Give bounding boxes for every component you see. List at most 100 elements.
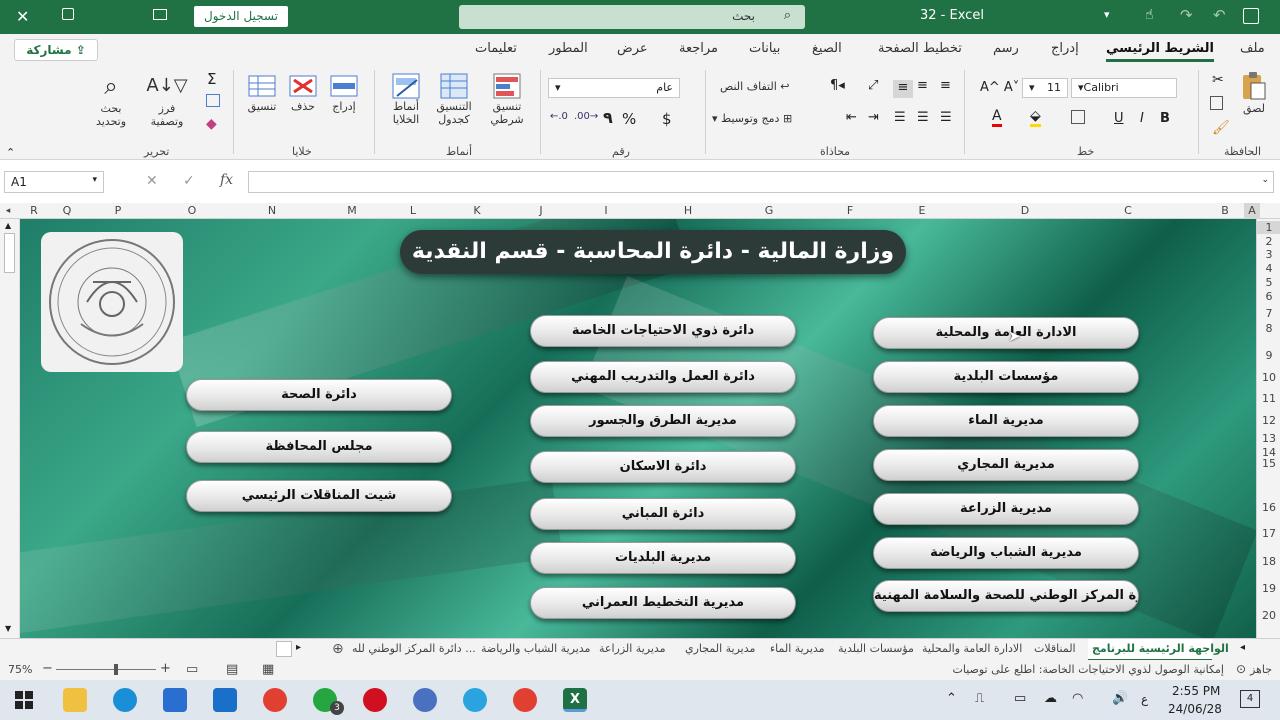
delete-cells-button[interactable]: حذف — [285, 72, 321, 113]
nav-button[interactable]: الادارة العامة والمحلية — [873, 317, 1139, 349]
nav-button[interactable]: دائرة العمل والتدريب المهني — [530, 361, 796, 393]
redo-icon[interactable]: ↷ — [1180, 6, 1193, 24]
next-sheet-icon[interactable]: ▸ — [296, 642, 301, 653]
notifications-icon[interactable]: 4 — [1240, 690, 1260, 708]
signin-button[interactable]: تسجيل الدخول — [194, 6, 288, 27]
column-header-R[interactable]: R — [18, 203, 50, 219]
restore-icon[interactable] — [62, 8, 74, 20]
tab-data[interactable]: بيانات — [749, 41, 780, 56]
column-header-L[interactable]: L — [392, 203, 434, 219]
collapse-ribbon-icon[interactable]: ⌃ — [6, 146, 15, 159]
touch-mode-icon[interactable]: ☝ — [1145, 7, 1154, 23]
volume-icon[interactable]: 🔊 — [1112, 691, 1128, 706]
row-header[interactable]: 16 — [1257, 501, 1280, 514]
format-cells-button[interactable]: تنسيق — [243, 72, 281, 113]
row-header[interactable]: 3 — [1257, 248, 1280, 261]
nav-button[interactable]: دائرة الصحة — [186, 379, 452, 411]
zoom-out-icon[interactable]: − — [42, 661, 53, 676]
sheet-tab[interactable]: دائرة المركز الوطني لله ... — [352, 639, 477, 661]
nav-button[interactable]: مديرية البلديات — [530, 542, 796, 574]
nav-button[interactable]: دائرة المباني — [530, 498, 796, 530]
wifi-icon[interactable]: ◠ — [1072, 691, 1083, 706]
enter-icon[interactable]: ✓ — [183, 173, 195, 189]
rtl-icon[interactable]: ¶◂ — [830, 78, 845, 93]
search-input[interactable]: ⌕ بحث — [459, 5, 805, 29]
row-header[interactable]: 5 — [1257, 276, 1280, 289]
row-header[interactable]: 6 — [1257, 290, 1280, 303]
row-header[interactable]: 15 — [1257, 457, 1280, 470]
find-select-button[interactable]: ⌕ بحث وتحديد — [86, 70, 136, 128]
windows-start-icon[interactable] — [15, 691, 33, 709]
zoom-slider-thumb[interactable] — [114, 664, 118, 675]
sheet-tab[interactable]: الادارة العامة والمحلية — [922, 639, 1032, 661]
cut-icon[interactable]: ✂ — [1212, 72, 1224, 88]
row-header[interactable]: 2 — [1257, 235, 1280, 248]
chrome-icon[interactable] — [513, 688, 537, 712]
usb-icon[interactable]: ⎍ — [975, 691, 984, 706]
sheet-tab[interactable]: مديرية الزراعة — [599, 639, 681, 661]
nav-button[interactable]: مديرية الزراعة — [873, 493, 1139, 525]
undo-icon[interactable]: ↶ — [1213, 6, 1226, 24]
column-header-A[interactable]: A — [1244, 203, 1260, 219]
telegram-icon[interactable] — [463, 688, 487, 712]
decrease-decimal-icon[interactable]: .00→ — [574, 111, 598, 122]
file-explorer-icon[interactable] — [63, 688, 87, 712]
edge-icon[interactable] — [113, 688, 137, 712]
cancel-icon[interactable]: ✕ — [146, 173, 158, 189]
nav-button[interactable]: مديرية التخطيط العمراني — [530, 587, 796, 619]
prev-sheet-icon[interactable]: ◂ — [1240, 642, 1245, 653]
accessibility-status[interactable]: إمكانية الوصول لذوي الاحتياجات الخاصة: ا… — [952, 663, 1224, 676]
underline-icon[interactable]: U — [1114, 111, 1124, 126]
font-grow-icon[interactable]: A^ A˅ — [980, 80, 1019, 95]
column-header-N[interactable]: N — [232, 203, 312, 219]
column-header-M[interactable]: M — [312, 203, 392, 219]
conditional-formatting-button[interactable]: تنسيق شرطي — [483, 72, 531, 126]
page-layout-view-icon[interactable]: ▤ — [226, 662, 238, 677]
minimize-ribbon-icon[interactable] — [153, 9, 167, 20]
italic-icon[interactable]: I — [1140, 111, 1144, 126]
row-header[interactable]: 17 — [1257, 527, 1280, 540]
sheet-tab[interactable]: مديرية الماء — [770, 639, 834, 661]
column-header-P[interactable]: P — [84, 203, 152, 219]
scroll-thumb[interactable] — [4, 233, 15, 273]
align-top-icon[interactable]: ≡ — [940, 78, 951, 93]
indent-decrease-icon[interactable]: ⇤ — [846, 110, 857, 125]
format-painter-icon[interactable]: 🖌 — [1212, 120, 1230, 136]
nav-button[interactable]: مديرية الماء — [873, 405, 1139, 437]
row-header[interactable]: 8 — [1257, 322, 1280, 335]
column-header-H[interactable]: H — [646, 203, 730, 219]
clear-icon[interactable]: ◆ — [206, 116, 217, 132]
merge-center-button[interactable]: ▾ دمج وتوسيط ⊞ — [712, 112, 792, 125]
network-icon[interactable]: ▭ — [1014, 691, 1026, 706]
row-header[interactable]: 11 — [1257, 392, 1280, 405]
sheet-tab[interactable]: مؤسسات البلدية — [838, 639, 918, 661]
tab-help[interactable]: تعليمات — [475, 41, 517, 56]
scroll-up-icon[interactable]: ▲ — [5, 221, 11, 230]
autosum-icon[interactable]: Σ — [207, 70, 216, 88]
clock-time[interactable]: 2:55 PM — [1172, 684, 1220, 698]
format-as-table-button[interactable]: التنسيق كجدول — [430, 72, 478, 126]
sheet-tab[interactable]: المناقلات — [1034, 639, 1084, 661]
nav-button[interactable]: دائرة الاسكان — [530, 451, 796, 483]
row-header[interactable]: 20 — [1257, 609, 1280, 622]
add-sheet-icon[interactable]: ⊕ — [332, 641, 344, 657]
comma-style-icon[interactable]: ٩ — [603, 108, 613, 127]
macro-record-icon[interactable]: ⊙ — [1236, 662, 1246, 676]
share-button[interactable]: مشاركة ⇪ — [14, 39, 98, 61]
scroll-left-icon[interactable]: ◂ — [3, 203, 13, 219]
fill-color-icon[interactable]: ⬙ — [1030, 108, 1041, 127]
chrome-icon[interactable] — [263, 688, 287, 712]
scroll-down-icon[interactable]: ▼ — [5, 624, 11, 633]
sheet-tab-active[interactable]: الواجهة الرئيسية للبرنامج — [1088, 639, 1229, 661]
cloud-icon[interactable]: ☁ — [1044, 691, 1057, 706]
tab-review[interactable]: مراجعة — [679, 41, 718, 56]
row-header[interactable]: 1 — [1257, 221, 1280, 234]
zoom-in-icon[interactable]: + — [160, 661, 171, 676]
sheet-tab[interactable]: مديرية الشباب والرياضة — [481, 639, 595, 661]
fill-icon[interactable] — [206, 94, 220, 107]
nav-button[interactable]: مديرية الطرق والجسور — [530, 405, 796, 437]
insert-cells-button[interactable]: إدراج — [326, 72, 362, 113]
column-header-B[interactable]: B — [1206, 203, 1244, 219]
tab-scroll-box[interactable] — [276, 641, 292, 657]
sort-filter-button[interactable]: A↓▽ فرز وتصفية — [143, 70, 191, 128]
